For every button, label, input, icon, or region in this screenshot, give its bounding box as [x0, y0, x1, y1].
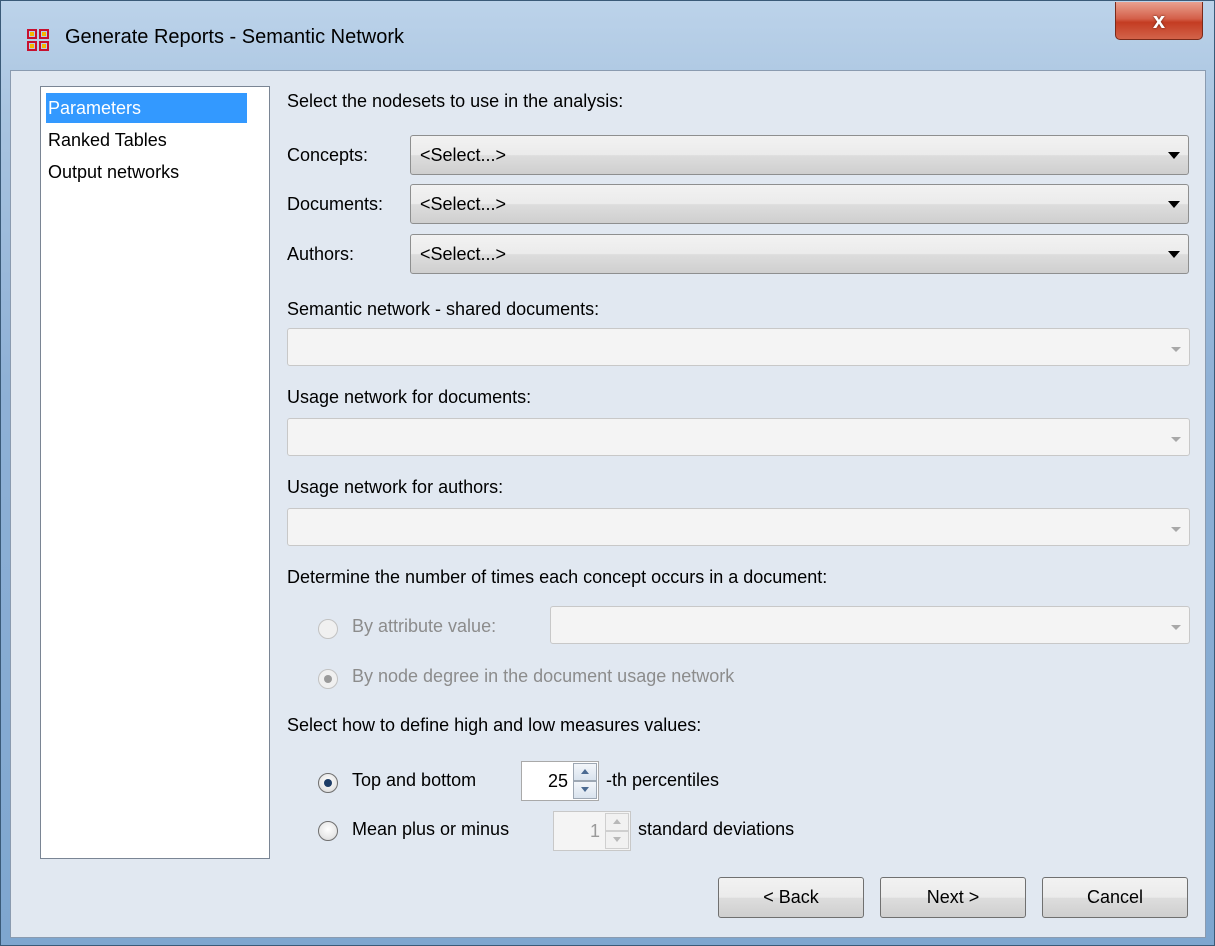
- concepts-value: <Select...>: [420, 145, 507, 165]
- concepts-label: Concepts:: [287, 145, 369, 165]
- std-dev-stepper[interactable]: 1: [553, 811, 631, 851]
- chevron-down-icon: [1171, 437, 1181, 442]
- title-bar[interactable]: Generate Reports - Semantic Network x: [1, 1, 1214, 71]
- spinner-down-icon[interactable]: [605, 831, 629, 849]
- occurs-heading: Determine the number of times each conce…: [287, 567, 828, 587]
- semantic-network-label: Semantic network - shared documents:: [287, 299, 600, 319]
- percentile-value: 25: [547, 771, 568, 791]
- by-degree-radio[interactable]: [318, 669, 338, 689]
- std-dev-suffix: standard deviations: [638, 819, 795, 839]
- percentiles-suffix: -th percentiles: [606, 770, 720, 790]
- authors-value: <Select...>: [420, 244, 507, 264]
- top-bottom-label: Top and bottom: [352, 770, 477, 790]
- chevron-down-icon: [1171, 347, 1181, 352]
- chevron-down-icon: [1171, 625, 1181, 630]
- documents-value: <Select...>: [420, 194, 507, 214]
- close-button[interactable]: x: [1115, 2, 1203, 40]
- nav-item-parameters[interactable]: Parameters: [46, 93, 247, 123]
- measures-heading: Select how to define high and low measur…: [287, 715, 702, 735]
- nav-item-ranked-tables[interactable]: Ranked Tables: [46, 125, 167, 155]
- chevron-down-icon: [1168, 201, 1180, 208]
- cancel-button[interactable]: Cancel: [1042, 877, 1188, 918]
- semantic-network-dropdown: [287, 328, 1190, 366]
- back-button[interactable]: < Back: [718, 877, 864, 918]
- app-logo-icon: [27, 29, 49, 51]
- close-icon: x: [1152, 7, 1166, 33]
- concepts-dropdown[interactable]: <Select...>: [410, 135, 1189, 175]
- dialog-content: Parameters Ranked Tables Output networks…: [10, 70, 1206, 938]
- mean-label: Mean plus or minus: [352, 819, 510, 839]
- percentile-stepper[interactable]: 25: [521, 761, 599, 801]
- chevron-down-icon: [1168, 152, 1180, 159]
- usage-authors-label: Usage network for authors:: [287, 477, 504, 497]
- nav-item-output-networks[interactable]: Output networks: [46, 157, 179, 187]
- spinner-up-icon[interactable]: [573, 763, 597, 781]
- nav-list: Parameters Ranked Tables Output networks: [40, 86, 270, 859]
- authors-label: Authors:: [287, 244, 355, 264]
- usage-docs-label: Usage network for documents:: [287, 387, 532, 407]
- dialog-window: Generate Reports - Semantic Network x Pa…: [0, 0, 1215, 946]
- spinner-up-icon[interactable]: [605, 813, 629, 831]
- by-attribute-radio[interactable]: [318, 619, 338, 639]
- by-degree-label: By node degree in the document usage net…: [352, 666, 735, 686]
- documents-label: Documents:: [287, 194, 384, 214]
- top-bottom-radio[interactable]: [318, 773, 338, 793]
- usage-authors-dropdown: [287, 508, 1190, 546]
- chevron-down-icon: [1168, 251, 1180, 258]
- std-dev-value: 1: [589, 821, 600, 841]
- usage-docs-dropdown: [287, 418, 1190, 456]
- nodesets-heading: Select the nodesets to use in the analys…: [287, 91, 624, 111]
- next-button[interactable]: Next >: [880, 877, 1026, 918]
- authors-dropdown[interactable]: <Select...>: [410, 234, 1189, 274]
- by-attribute-label: By attribute value:: [352, 616, 497, 636]
- by-attribute-dropdown: [550, 606, 1190, 644]
- window-title: Generate Reports - Semantic Network: [65, 26, 405, 48]
- spinner-down-icon[interactable]: [573, 781, 597, 799]
- documents-dropdown[interactable]: <Select...>: [410, 184, 1189, 224]
- mean-radio[interactable]: [318, 821, 338, 841]
- chevron-down-icon: [1171, 527, 1181, 532]
